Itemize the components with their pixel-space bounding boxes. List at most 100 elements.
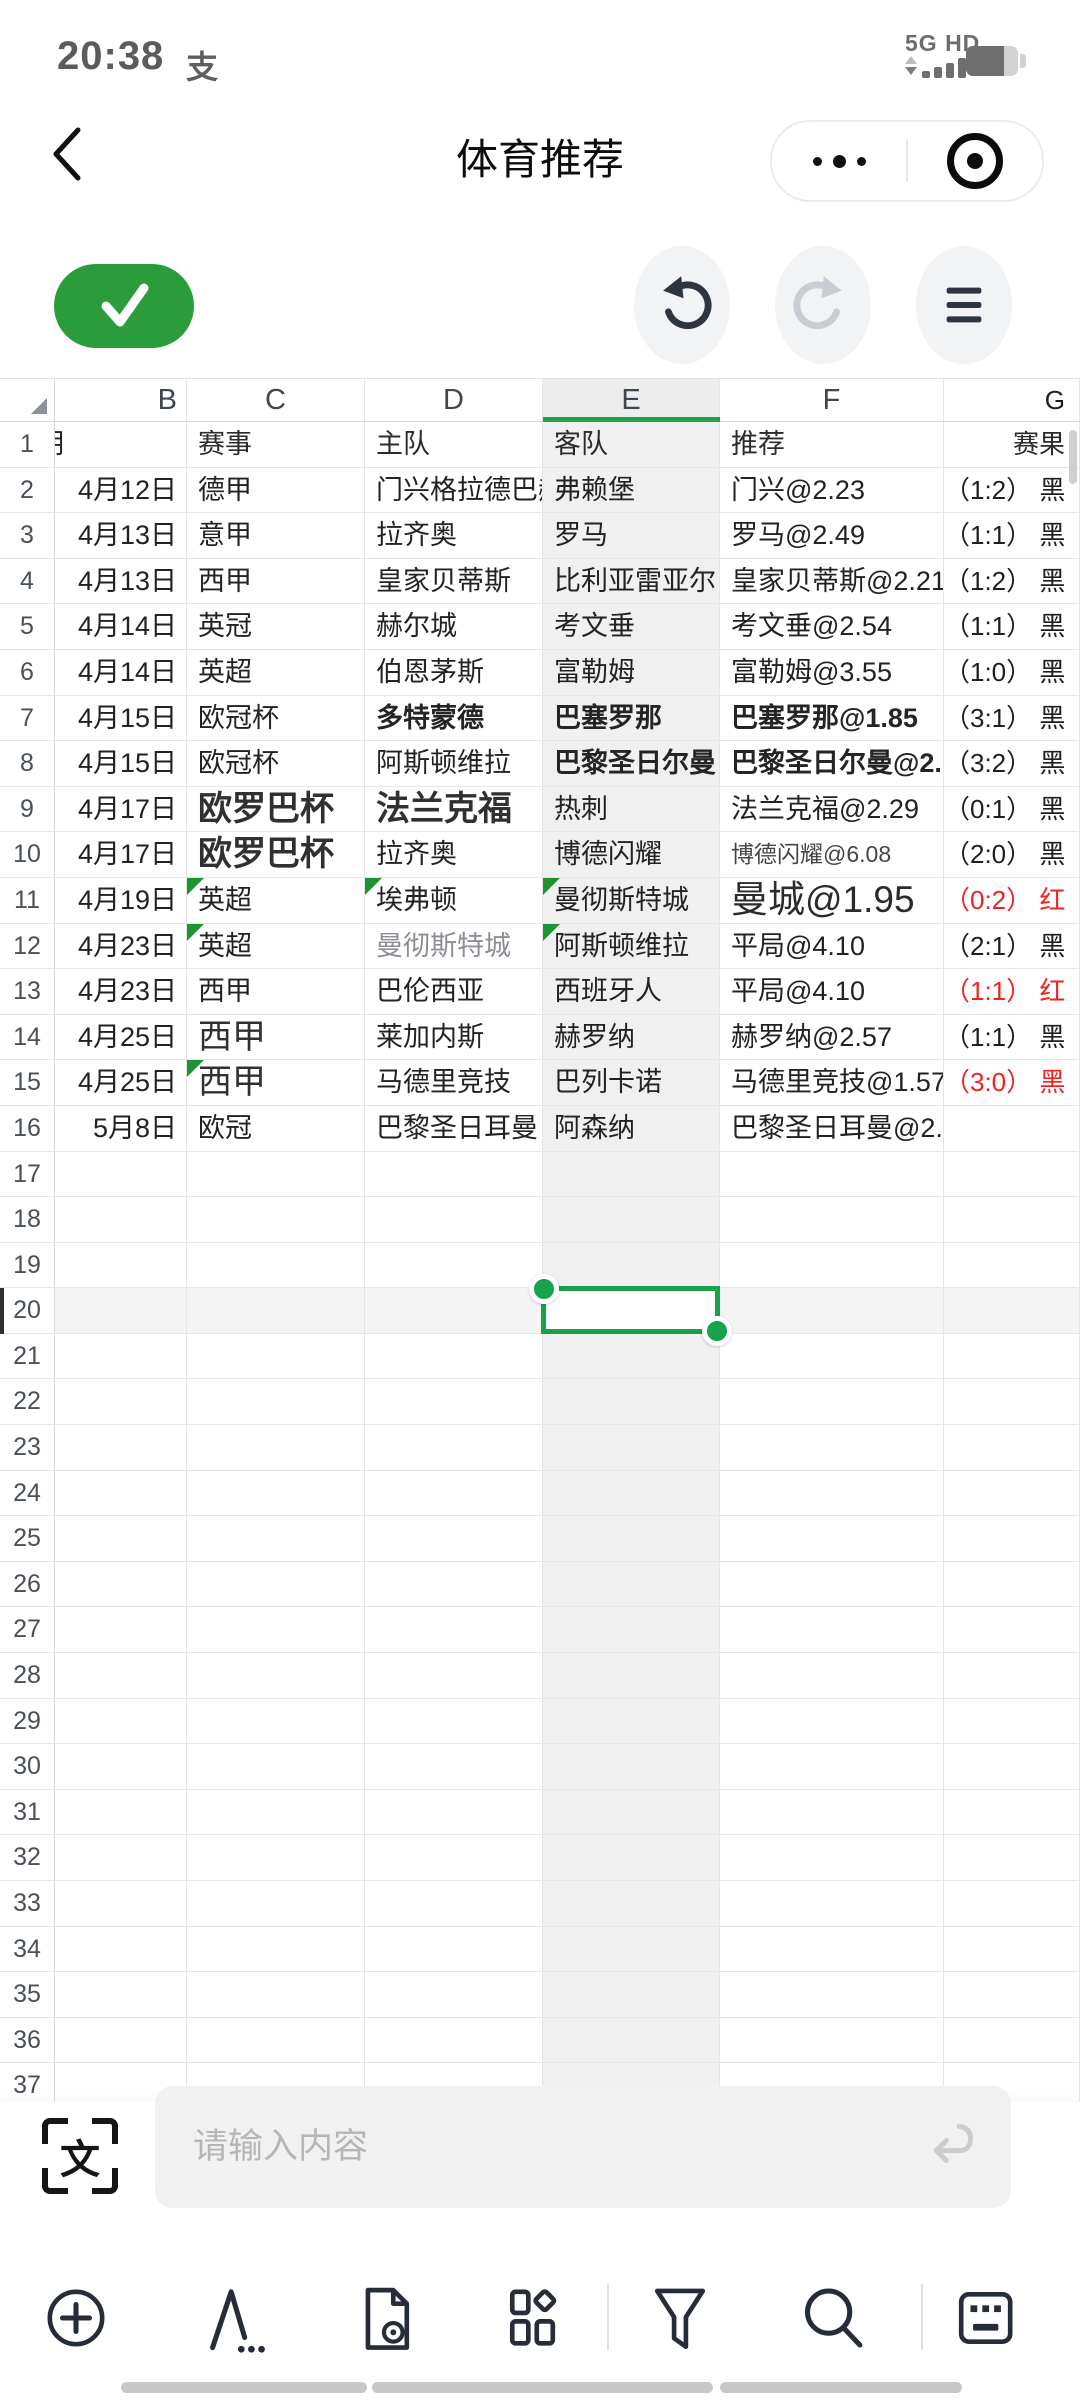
cell-F12[interactable]: 平局@4.10 [720, 924, 944, 969]
cell-D14[interactable]: 莱加内斯 [365, 1015, 543, 1060]
row-header-26[interactable]: 26 [0, 1562, 55, 1607]
cell-C24[interactable] [187, 1471, 365, 1516]
cell-B36[interactable] [55, 2018, 187, 2063]
cells-layout-button[interactable] [492, 2280, 568, 2356]
row-header-13[interactable]: 13 [0, 969, 55, 1014]
cell-C36[interactable] [187, 2018, 365, 2063]
cell-input-bar[interactable] [155, 2086, 1011, 2208]
cell-F3[interactable]: 罗马@2.49 [720, 513, 944, 558]
cell-B3[interactable]: 4月13日 [55, 513, 187, 558]
cell-D17[interactable] [365, 1152, 543, 1197]
cell-C25[interactable] [187, 1516, 365, 1561]
cell-E9[interactable]: 热刺 [543, 787, 720, 832]
menu-button[interactable] [916, 246, 1012, 364]
row-header-9[interactable]: 9 [0, 787, 55, 832]
row-header-12[interactable]: 12 [0, 924, 55, 969]
cell-G27[interactable] [944, 1607, 1080, 1652]
cell-D30[interactable] [365, 1744, 543, 1789]
cell-C18[interactable] [187, 1197, 365, 1242]
cell-C20[interactable] [187, 1288, 365, 1333]
cell-D18[interactable] [365, 1197, 543, 1242]
redo-button[interactable] [775, 246, 871, 364]
cell-F21[interactable] [720, 1334, 944, 1379]
cell-D35[interactable] [365, 1972, 543, 2017]
cell-B6[interactable]: 4月14日 [55, 650, 187, 695]
cell-G15[interactable]: （3:0） 黑 [944, 1060, 1080, 1105]
cell-C2[interactable]: 德甲 [187, 468, 365, 513]
cell-D6[interactable]: 伯恩茅斯 [365, 650, 543, 695]
cell-B4[interactable]: 4月13日 [55, 559, 187, 604]
cell-C29[interactable] [187, 1699, 365, 1744]
cell-C30[interactable] [187, 1744, 365, 1789]
row-header-27[interactable]: 27 [0, 1607, 55, 1652]
cell-F14[interactable]: 赫罗纳@2.57 [720, 1015, 944, 1060]
cell-D16[interactable]: 巴黎圣日耳曼 [365, 1106, 543, 1151]
cell-G20[interactable] [944, 1288, 1080, 1333]
cell-D15[interactable]: 马德里竞技 [365, 1060, 543, 1105]
row-header-14[interactable]: 14 [0, 1015, 55, 1060]
row-header-11[interactable]: 11 [0, 878, 55, 923]
cell-D4[interactable]: 皇家贝蒂斯 [365, 559, 543, 604]
column-header-G[interactable]: G [944, 379, 1080, 421]
cell-E24[interactable] [543, 1471, 720, 1516]
cell-G29[interactable] [944, 1699, 1080, 1744]
cell-B5[interactable]: 4月14日 [55, 604, 187, 649]
cell-B31[interactable] [55, 1790, 187, 1835]
cell-B26[interactable] [55, 1562, 187, 1607]
cell-E34[interactable] [543, 1927, 720, 1972]
cell-G34[interactable] [944, 1927, 1080, 1972]
cell-B1[interactable]: 期 [55, 422, 187, 467]
cell-B30[interactable] [55, 1744, 187, 1789]
cell-F20[interactable] [720, 1288, 944, 1333]
select-all-button[interactable] [0, 379, 55, 421]
cell-G16[interactable] [944, 1106, 1080, 1151]
row-header-36[interactable]: 36 [0, 2018, 55, 2063]
cell-E33[interactable] [543, 1881, 720, 1926]
cell-G17[interactable] [944, 1152, 1080, 1197]
row-header-16[interactable]: 16 [0, 1106, 55, 1151]
cell-D5[interactable]: 赫尔城 [365, 604, 543, 649]
selected-cell-E20[interactable] [541, 1286, 720, 1334]
cell-G10[interactable]: （2:0） 黑 [944, 832, 1080, 877]
cell-B17[interactable] [55, 1152, 187, 1197]
cell-B2[interactable]: 4月12日 [55, 468, 187, 513]
cell-G11[interactable]: （0:2） 红 [944, 878, 1080, 923]
cell-E14[interactable]: 赫罗纳 [543, 1015, 720, 1060]
cell-E5[interactable]: 考文垂 [543, 604, 720, 649]
row-header-19[interactable]: 19 [0, 1243, 55, 1288]
cell-C10[interactable]: 欧罗巴杯 [187, 832, 365, 877]
cell-E23[interactable] [543, 1425, 720, 1470]
doc-view-button[interactable] [346, 2280, 422, 2356]
cell-C3[interactable]: 意甲 [187, 513, 365, 558]
cell-E31[interactable] [543, 1790, 720, 1835]
cell-C13[interactable]: 西甲 [187, 969, 365, 1014]
cell-B13[interactable]: 4月23日 [55, 969, 187, 1014]
cell-B21[interactable] [55, 1334, 187, 1379]
cell-E7[interactable]: 巴塞罗那 [543, 696, 720, 741]
cell-C8[interactable]: 欧冠杯 [187, 741, 365, 786]
cell-B22[interactable] [55, 1379, 187, 1424]
cell-G6[interactable]: （1:0） 黑 [944, 650, 1080, 695]
cell-C7[interactable]: 欧冠杯 [187, 696, 365, 741]
cell-F22[interactable] [720, 1379, 944, 1424]
cell-C33[interactable] [187, 1881, 365, 1926]
cell-G28[interactable] [944, 1653, 1080, 1698]
cell-G26[interactable] [944, 1562, 1080, 1607]
exit-button[interactable] [908, 122, 1042, 200]
cell-F29[interactable] [720, 1699, 944, 1744]
cell-F5[interactable]: 考文垂@2.54 [720, 604, 944, 649]
cell-E30[interactable] [543, 1744, 720, 1789]
cell-B18[interactable] [55, 1197, 187, 1242]
cell-B16[interactable]: 5月8日 [55, 1106, 187, 1151]
cell-G24[interactable] [944, 1471, 1080, 1516]
cell-C16[interactable]: 欧冠 [187, 1106, 365, 1151]
cell-C14[interactable]: 西甲 [187, 1015, 365, 1060]
cell-F6[interactable]: 富勒姆@3.55 [720, 650, 944, 695]
cell-F23[interactable] [720, 1425, 944, 1470]
cell-F2[interactable]: 门兴@2.23 [720, 468, 944, 513]
cell-B15[interactable]: 4月25日 [55, 1060, 187, 1105]
cell-F27[interactable] [720, 1607, 944, 1652]
cell-E18[interactable] [543, 1197, 720, 1242]
cell-D3[interactable]: 拉齐奥 [365, 513, 543, 558]
cell-D26[interactable] [365, 1562, 543, 1607]
